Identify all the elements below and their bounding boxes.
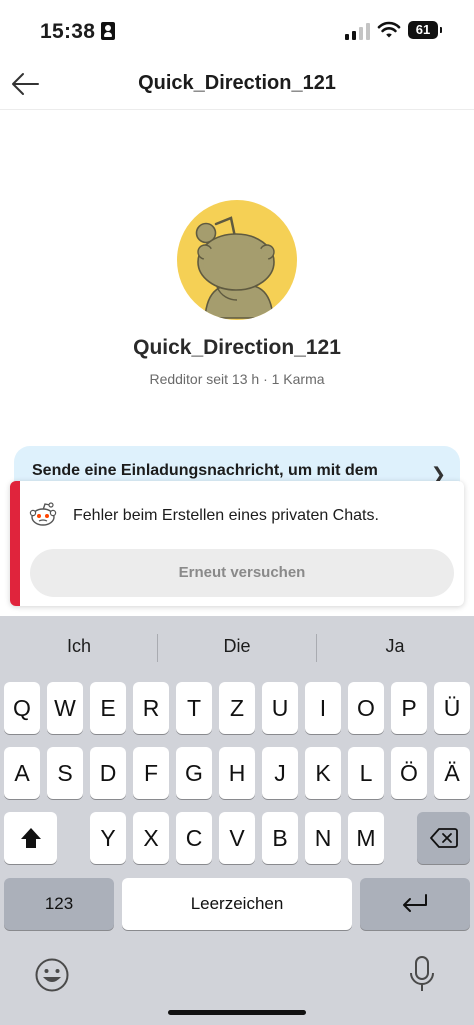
delete-key[interactable] [417,812,470,864]
avatar[interactable] [177,200,297,320]
dictation-button[interactable] [408,955,436,995]
key-w[interactable]: W [47,682,83,734]
key-r[interactable]: R [133,682,169,734]
key-c[interactable]: C [176,812,212,864]
microphone-icon [410,956,434,991]
key-u[interactable]: U [262,682,298,734]
key-oe[interactable]: Ö [391,747,427,799]
shift-key[interactable] [4,812,57,864]
chat-header: Quick_Direction_121 [0,60,474,110]
key-q[interactable]: Q [4,682,40,734]
page-title: Quick_Direction_121 [138,72,336,94]
suggestion-1[interactable]: Ich [0,636,158,657]
key-k[interactable]: K [305,747,341,799]
key-n[interactable]: N [305,812,341,864]
snoo-avatar-icon [195,216,275,319]
cellular-signal-icon [345,22,371,40]
suggestion-2[interactable]: Die [158,636,316,657]
key-d[interactable]: D [90,747,126,799]
status-bar: 15:38 61 [0,0,474,60]
key-a[interactable]: A [4,747,40,799]
suggestion-bar: Ich Die Ja [0,616,474,676]
person-id-icon [101,22,115,40]
return-icon [403,894,427,912]
key-i[interactable]: I [305,682,341,734]
backspace-icon [429,828,458,848]
snoo-error-icon [29,502,57,526]
home-indicator[interactable] [168,1010,306,1015]
key-ue[interactable]: Ü [434,682,470,734]
key-j[interactable]: J [262,747,298,799]
numbers-key[interactable]: 123 [4,878,114,930]
key-x[interactable]: X [133,812,169,864]
key-y[interactable]: Y [90,812,126,864]
key-z[interactable]: Z [219,682,255,734]
key-o[interactable]: O [348,682,384,734]
invite-banner-text: Sende eine Einladungsnachricht, um mit d… [32,462,378,479]
keyboard: Ich Die Ja Q W E R T Z U I O P Ü A S D F… [0,616,474,1025]
key-s[interactable]: S [47,747,83,799]
suggestion-3[interactable]: Ja [316,636,474,657]
retry-button[interactable]: Erneut versuchen [30,549,454,597]
status-time: 15:38 [40,20,96,43]
key-ae[interactable]: Ä [434,747,470,799]
key-b[interactable]: B [262,812,298,864]
return-key[interactable] [360,878,470,930]
key-h[interactable]: H [219,747,255,799]
key-m[interactable]: M [348,812,384,864]
emoji-icon [35,958,69,992]
battery-icon: 61 [408,21,442,39]
shift-icon [20,828,41,848]
error-message: Fehler beim Erstellen eines privaten Cha… [73,507,379,524]
key-e[interactable]: E [90,682,126,734]
error-toast: Fehler beim Erstellen eines privaten Cha… [10,481,464,606]
key-g[interactable]: G [176,747,212,799]
key-p[interactable]: P [391,682,427,734]
space-key[interactable]: Leerzeichen [122,878,352,930]
wifi-icon [377,21,401,38]
error-accent-bar [10,481,20,606]
profile-name: Quick_Direction_121 [133,336,341,359]
key-l[interactable]: L [348,747,384,799]
emoji-button[interactable] [34,957,70,993]
key-t[interactable]: T [176,682,212,734]
key-f[interactable]: F [133,747,169,799]
key-v[interactable]: V [219,812,255,864]
profile-meta: Redditor seit 13 h · 1 Karma [149,371,325,387]
